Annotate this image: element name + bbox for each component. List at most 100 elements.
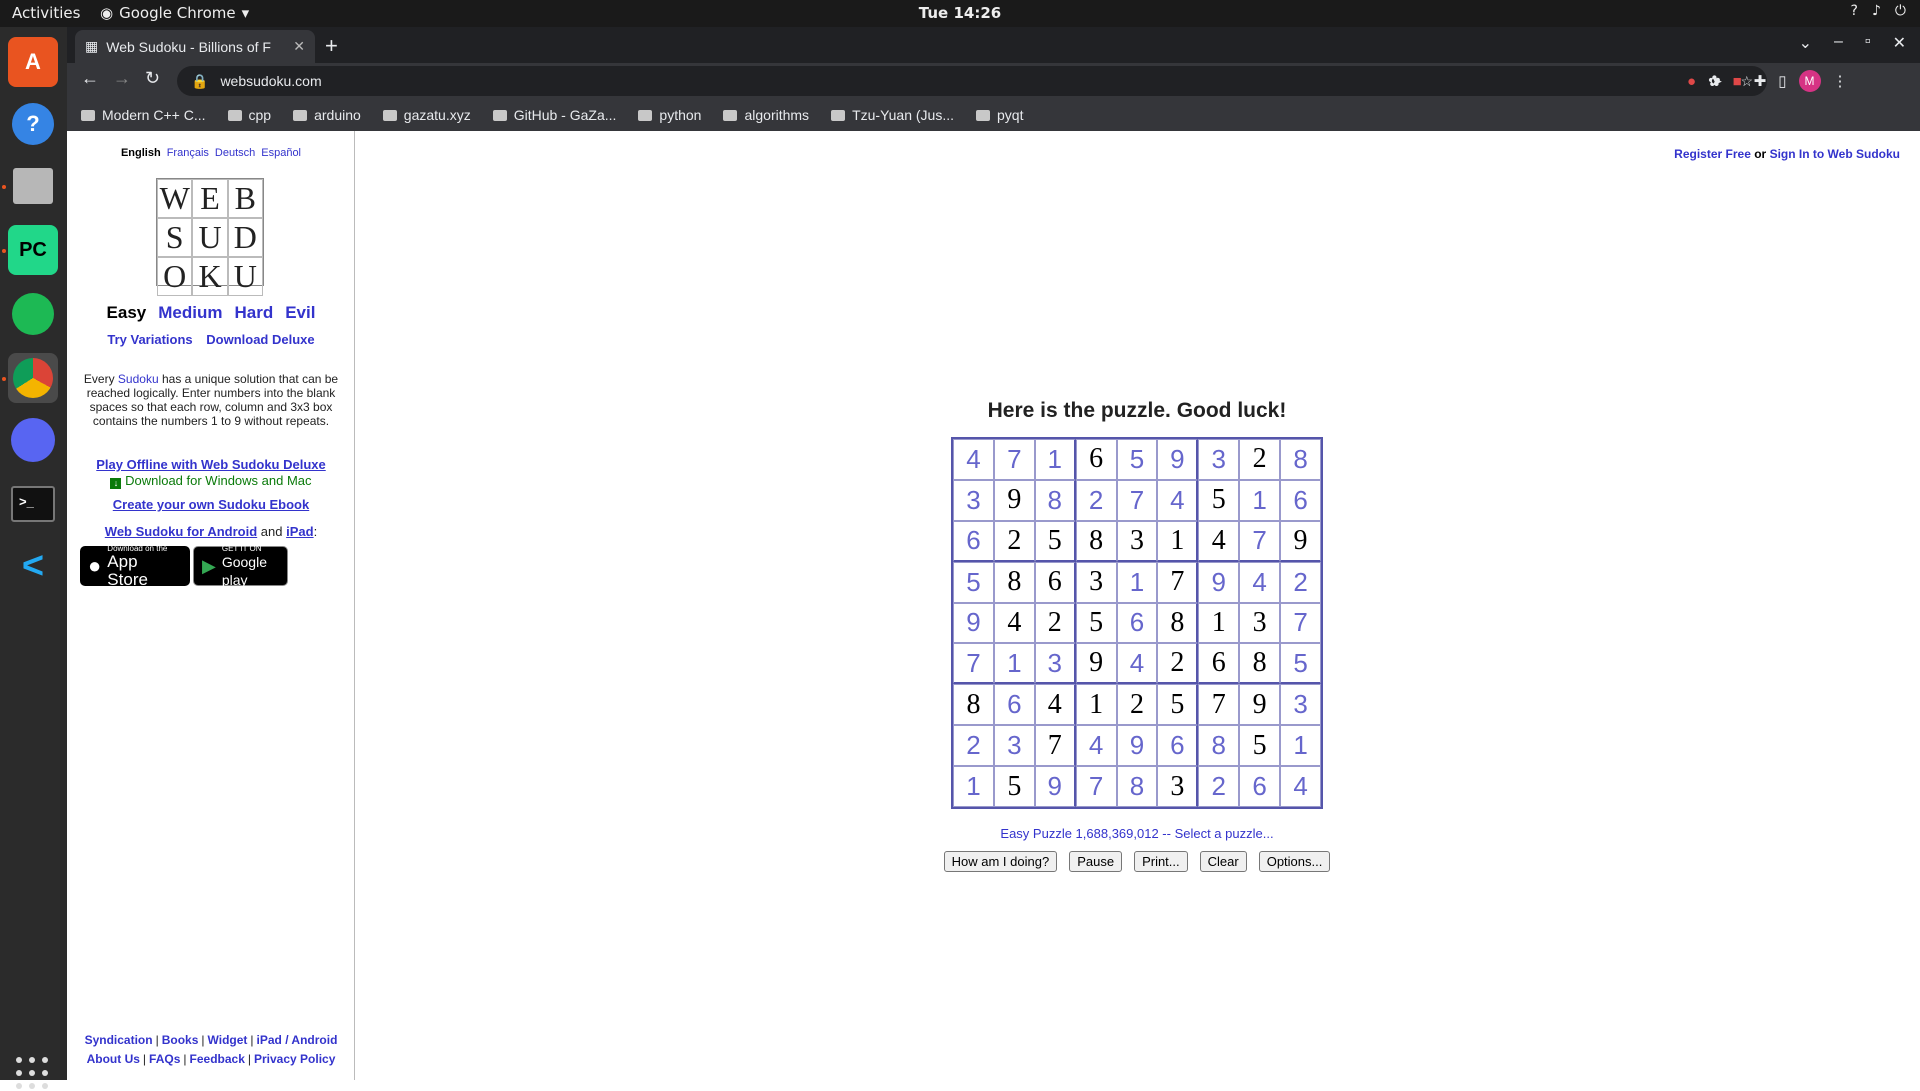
sudoku-input-cell[interactable]: 7: [953, 643, 994, 685]
active-tab[interactable]: ▦ Web Sudoku - Billions of F ✕: [75, 30, 315, 63]
minimize-icon[interactable]: –: [1834, 33, 1843, 53]
sudoku-input-cell[interactable]: 3: [953, 479, 994, 521]
sudoku-input-cell[interactable]: 7: [1075, 766, 1117, 807]
sudoku-input-cell[interactable]: 7: [1239, 520, 1281, 562]
maximize-icon[interactable]: ▫: [1865, 33, 1871, 53]
level-link[interactable]: Easy: [107, 303, 147, 322]
bookmark-item[interactable]: Tzu-Yuan (Jus...: [831, 107, 954, 123]
clock[interactable]: Tue 14:26: [0, 4, 1920, 22]
sudoku-input-cell[interactable]: 4: [1280, 766, 1321, 807]
footer-link[interactable]: Syndication: [85, 1033, 153, 1047]
extension-icon[interactable]: ■: [1733, 73, 1742, 90]
app-store-badge[interactable]: ● Download on the App Store: [80, 544, 190, 588]
sudoku-input-cell[interactable]: 2: [1198, 766, 1240, 807]
puzzle-info-link[interactable]: Easy Puzzle 1,688,369,012 -- Select a pu…: [717, 826, 1557, 841]
google-play-badge[interactable]: ▶ GET IT ON Google play: [193, 544, 288, 588]
sudoku-input-cell[interactable]: 8: [1198, 725, 1240, 767]
sudoku-input-cell[interactable]: 6: [1280, 479, 1321, 521]
close-tab-icon[interactable]: ✕: [293, 38, 305, 55]
sudoku-input-cell[interactable]: 5: [953, 561, 994, 603]
level-link[interactable]: Medium: [158, 303, 222, 322]
sudoku-input-cell[interactable]: 4: [1157, 479, 1199, 521]
language-link[interactable]: Deutsch: [215, 147, 255, 159]
footer-link[interactable]: Books: [162, 1033, 199, 1047]
activities-button[interactable]: Activities: [12, 4, 80, 22]
sudoku-input-cell[interactable]: 1: [1116, 561, 1158, 603]
sudoku-input-cell[interactable]: 9: [1116, 725, 1158, 767]
side-panel-icon[interactable]: ▯: [1778, 72, 1786, 90]
web-sudoku-logo[interactable]: WEBSUDOKU: [156, 178, 264, 296]
files-icon[interactable]: [8, 161, 58, 211]
sudoku-input-cell[interactable]: 2: [1280, 561, 1321, 603]
sudoku-input-cell[interactable]: 6: [1157, 725, 1199, 767]
sudoku-input-cell[interactable]: 5: [1116, 439, 1158, 480]
language-link[interactable]: Español: [261, 147, 301, 159]
sudoku-input-cell[interactable]: 2: [953, 725, 994, 767]
new-tab-button[interactable]: +: [325, 33, 338, 59]
reload-icon[interactable]: ↻: [145, 68, 160, 89]
bookmark-item[interactable]: arduino: [293, 107, 361, 123]
bookmark-item[interactable]: python: [638, 107, 701, 123]
language-link[interactable]: Français: [167, 147, 209, 159]
sudoku-input-cell[interactable]: 1: [1280, 725, 1321, 767]
puzzle-icon[interactable]: ✚: [1754, 72, 1767, 90]
bookmark-item[interactable]: GitHub - GaZa...: [492, 107, 616, 123]
download-deluxe-link[interactable]: Download Deluxe: [206, 332, 314, 347]
app-menu[interactable]: ◉ Google Chrome ▾: [100, 4, 249, 22]
sudoku-input-cell[interactable]: 4: [1075, 725, 1117, 767]
pause-button[interactable]: Pause: [1069, 851, 1123, 872]
footer-link[interactable]: FAQs: [149, 1052, 180, 1066]
sudoku-input-cell[interactable]: 4: [953, 439, 994, 480]
sudoku-input-cell[interactable]: 2: [1075, 479, 1117, 521]
sudoku-input-cell[interactable]: 9: [1157, 439, 1199, 480]
terminal-icon[interactable]: >_: [8, 479, 58, 529]
sudoku-input-cell[interactable]: 1: [993, 643, 1035, 685]
footer-link[interactable]: Feedback: [190, 1052, 245, 1066]
sudoku-input-cell[interactable]: 1: [1034, 439, 1076, 480]
sudoku-input-cell[interactable]: 9: [1034, 766, 1076, 807]
sudoku-input-cell[interactable]: 6: [993, 684, 1035, 726]
footer-link[interactable]: About Us: [87, 1052, 140, 1066]
footer-link[interactable]: iPad / Android: [257, 1033, 338, 1047]
spotify-icon[interactable]: [8, 289, 58, 339]
pycharm-icon[interactable]: PC: [8, 225, 58, 275]
discord-icon[interactable]: [8, 415, 58, 465]
sudoku-input-cell[interactable]: 8: [1116, 766, 1158, 807]
sudoku-input-cell[interactable]: 4: [1116, 643, 1158, 685]
create-ebook-link[interactable]: Create your own Sudoku Ebook: [67, 497, 355, 512]
sudoku-input-cell[interactable]: 6: [1116, 602, 1158, 644]
ipad-link[interactable]: iPad: [286, 524, 313, 539]
level-link[interactable]: Hard: [234, 303, 273, 322]
menu-kebab-icon[interactable]: ⋮: [1833, 72, 1848, 90]
try-variations-link[interactable]: Try Variations: [107, 332, 192, 347]
clear-button[interactable]: Clear: [1199, 851, 1247, 872]
back-icon[interactable]: ←: [81, 68, 99, 89]
tab-search-icon[interactable]: ⌄: [1799, 33, 1812, 53]
bookmark-item[interactable]: Modern C++ C...: [81, 107, 206, 123]
footer-link[interactable]: Widget: [208, 1033, 248, 1047]
register-link[interactable]: Register Free: [1674, 147, 1751, 161]
bookmark-item[interactable]: gazatu.xyz: [382, 107, 471, 123]
bookmark-item[interactable]: algorithms: [723, 107, 809, 123]
bookmark-item[interactable]: cpp: [227, 107, 271, 123]
vscode-icon[interactable]: <: [8, 541, 58, 591]
android-link[interactable]: Web Sudoku for Android: [105, 524, 257, 539]
sudoku-input-cell[interactable]: 7: [993, 439, 1035, 480]
sudoku-input-cell[interactable]: 3: [993, 725, 1035, 767]
forward-icon[interactable]: →: [113, 68, 131, 89]
address-bar[interactable]: 🔒 websudoku.com ➤ ☆: [177, 66, 1767, 96]
sudoku-input-cell[interactable]: 6: [953, 520, 994, 562]
extension-icon[interactable]: ●: [1687, 73, 1696, 90]
sudoku-input-cell[interactable]: 3: [1034, 643, 1076, 685]
chrome-dock-icon[interactable]: [8, 353, 58, 403]
sudoku-input-cell[interactable]: 6: [1239, 766, 1281, 807]
sudoku-input-cell[interactable]: 9: [953, 602, 994, 644]
sudoku-input-cell[interactable]: 1: [953, 766, 994, 807]
language-link[interactable]: English: [121, 147, 161, 159]
level-link[interactable]: Evil: [285, 303, 315, 322]
sudoku-input-cell[interactable]: 4: [1239, 561, 1281, 603]
sudoku-input-cell[interactable]: 8: [1034, 479, 1076, 521]
sudoku-input-cell[interactable]: 8: [1280, 439, 1321, 480]
bookmark-item[interactable]: pyqt: [976, 107, 1023, 123]
how-am-i-doing-button[interactable]: How am I doing?: [943, 851, 1058, 872]
